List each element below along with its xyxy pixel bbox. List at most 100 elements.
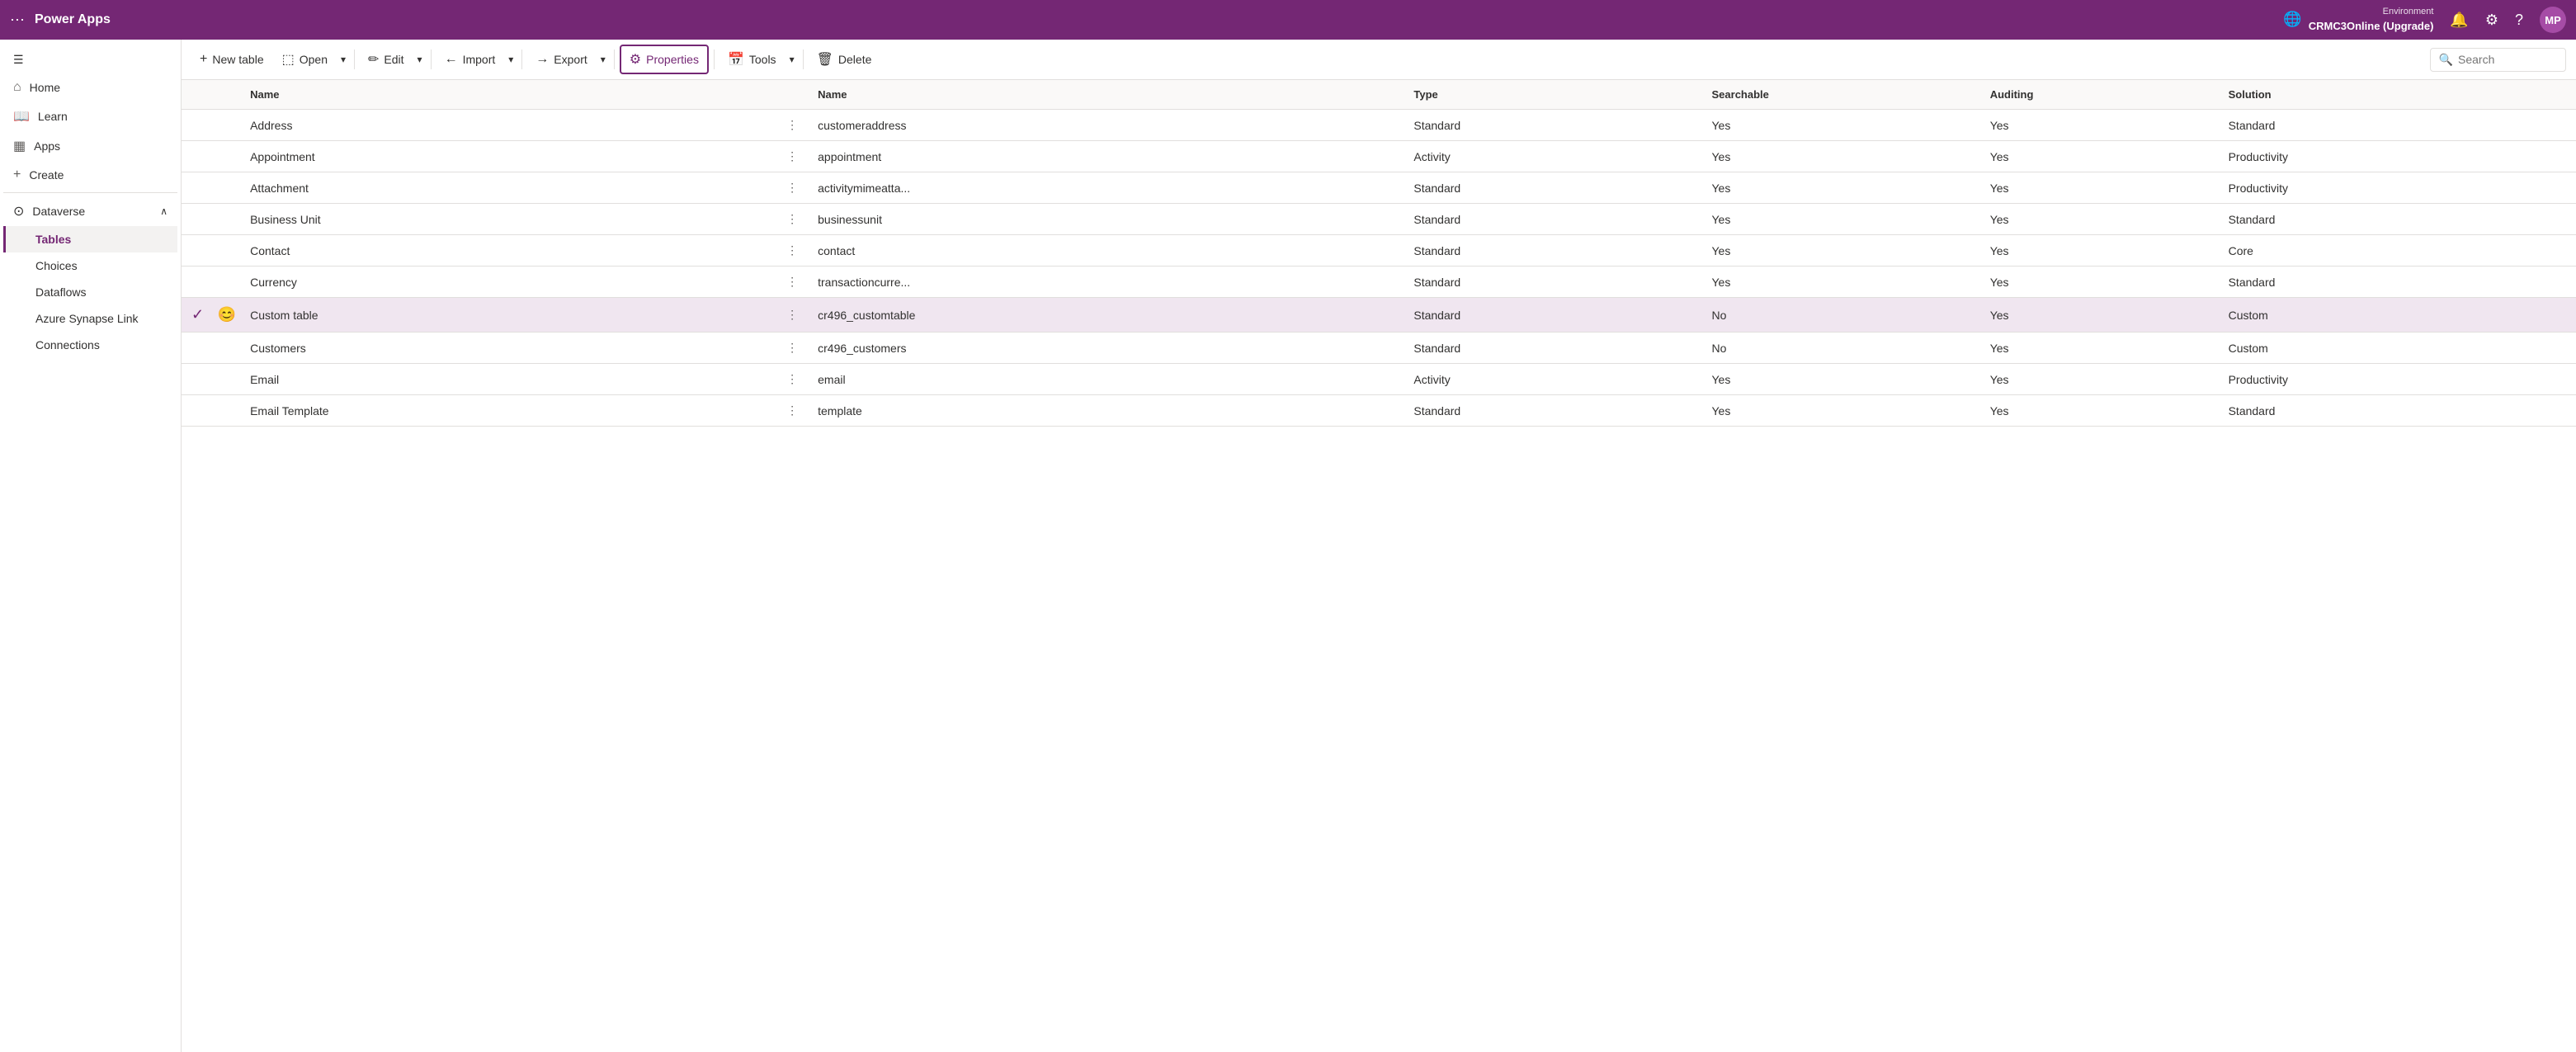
row-check-cell[interactable] <box>182 235 214 267</box>
row-check-cell[interactable] <box>182 395 214 427</box>
row-name-value: contact <box>808 235 1404 267</box>
row-searchable: Yes <box>1702 110 1980 141</box>
export-icon: → <box>535 52 549 67</box>
tools-button[interactable]: 📅 Tools <box>719 46 785 73</box>
row-dots[interactable]: ⋮ <box>776 110 808 141</box>
edit-label: Edit <box>384 53 403 66</box>
open-button[interactable]: ⬚ Open <box>274 46 336 73</box>
row-solution: Standard <box>2219 110 2576 141</box>
row-searchable: No <box>1702 298 1980 333</box>
sidebar-apps-label: Apps <box>34 139 60 153</box>
sidebar-item-choices[interactable]: Choices <box>3 252 177 279</box>
table-row[interactable]: Contact ⋮ contact Standard Yes Yes Core <box>182 235 2576 267</box>
row-auditing: Yes <box>1980 172 2219 204</box>
table-row[interactable]: Email Template ⋮ template Standard Yes Y… <box>182 395 2576 427</box>
sidebar-dataverse-header[interactable]: ⊙ Dataverse ∧ <box>3 196 177 226</box>
row-dots[interactable]: ⋮ <box>776 298 808 333</box>
separator-1 <box>354 50 355 69</box>
separator-6 <box>803 50 804 69</box>
row-check-cell[interactable] <box>182 267 214 298</box>
separator-4 <box>614 50 615 69</box>
sidebar-item-apps[interactable]: ▦ Apps <box>3 131 177 161</box>
row-name: Customers <box>240 333 776 364</box>
separator-3 <box>521 50 522 69</box>
table-area: Name Name Type Searchable Auditing Solut… <box>182 80 2576 1052</box>
import-button[interactable]: ← Import <box>436 47 504 72</box>
table-row[interactable]: Currency ⋮ transactioncurre... Standard … <box>182 267 2576 298</box>
col-header-namevalue[interactable]: Name <box>808 80 1404 110</box>
tools-chevron[interactable]: ▾ <box>786 49 798 70</box>
row-searchable: Yes <box>1702 267 1980 298</box>
chevron-up-icon: ∧ <box>160 205 167 217</box>
sidebar-hamburger[interactable]: ☰ <box>3 46 177 73</box>
sidebar-item-azure-synapse[interactable]: Azure Synapse Link <box>3 305 177 332</box>
properties-button[interactable]: ⚙ Properties <box>620 45 709 74</box>
row-type: Standard <box>1404 204 1701 235</box>
table-row[interactable]: Appointment ⋮ appointment Activity Yes Y… <box>182 141 2576 172</box>
delete-icon: 🗑 <box>817 51 833 68</box>
sidebar-item-create[interactable]: + Create <box>3 161 177 189</box>
row-dots[interactable]: ⋮ <box>776 204 808 235</box>
row-auditing: Yes <box>1980 267 2219 298</box>
sidebar-item-learn[interactable]: 📖 Learn <box>3 101 177 131</box>
col-header-name[interactable]: Name <box>240 80 776 110</box>
export-button[interactable]: → Export <box>527 47 595 72</box>
col-header-auditing[interactable]: Auditing <box>1980 80 2219 110</box>
sidebar-item-home[interactable]: ⌂ Home <box>3 73 177 101</box>
col-header-searchable[interactable]: Searchable <box>1702 80 1980 110</box>
row-dots[interactable]: ⋮ <box>776 364 808 395</box>
table-row[interactable]: Address ⋮ customeraddress Standard Yes Y… <box>182 110 2576 141</box>
row-dots[interactable]: ⋮ <box>776 141 808 172</box>
grid-icon[interactable]: ⋯ <box>10 12 25 29</box>
row-type: Standard <box>1404 298 1701 333</box>
edit-button[interactable]: ✏ Edit <box>360 46 413 73</box>
table-row[interactable]: Business Unit ⋮ businessunit Standard Ye… <box>182 204 2576 235</box>
edit-chevron[interactable]: ▾ <box>414 49 426 70</box>
row-check-cell[interactable] <box>182 204 214 235</box>
row-name: Custom table <box>240 298 776 333</box>
import-chevron[interactable]: ▾ <box>505 49 517 70</box>
row-type: Standard <box>1404 333 1701 364</box>
search-input[interactable] <box>2458 53 2557 66</box>
export-chevron[interactable]: ▾ <box>597 49 609 70</box>
sidebar-item-connections[interactable]: Connections <box>3 332 177 358</box>
gear-icon[interactable]: ⚙ <box>2485 12 2498 29</box>
table-row[interactable]: Attachment ⋮ activitymimeatta... Standar… <box>182 172 2576 204</box>
row-emoji-cell <box>214 364 240 395</box>
row-check-cell[interactable]: ✓ <box>182 298 214 333</box>
row-dots[interactable]: ⋮ <box>776 333 808 364</box>
col-header-solution[interactable]: Solution <box>2219 80 2576 110</box>
search-box[interactable]: 🔍 <box>2430 48 2566 72</box>
row-check-cell[interactable] <box>182 333 214 364</box>
environment-block[interactable]: Environment CRMC3Online (Upgrade) <box>2309 6 2434 34</box>
row-auditing: Yes <box>1980 141 2219 172</box>
row-name: Email Template <box>240 395 776 427</box>
sidebar-item-tables[interactable]: Tables <box>3 226 177 252</box>
home-icon: ⌂ <box>13 80 21 95</box>
tables-table: Name Name Type Searchable Auditing Solut… <box>182 80 2576 427</box>
row-dots[interactable]: ⋮ <box>776 235 808 267</box>
table-row[interactable]: Email ⋮ email Activity Yes Yes Productiv… <box>182 364 2576 395</box>
row-name-value: customeraddress <box>808 110 1404 141</box>
row-solution: Standard <box>2219 395 2576 427</box>
help-icon[interactable]: ? <box>2515 12 2523 29</box>
sidebar-item-dataflows[interactable]: Dataflows <box>3 279 177 305</box>
row-check-cell[interactable] <box>182 110 214 141</box>
row-check-cell[interactable] <box>182 364 214 395</box>
row-dots[interactable]: ⋮ <box>776 172 808 204</box>
open-chevron[interactable]: ▾ <box>337 49 349 70</box>
row-dots[interactable]: ⋮ <box>776 395 808 427</box>
table-row[interactable]: Customers ⋮ cr496_customers Standard No … <box>182 333 2576 364</box>
row-searchable: Yes <box>1702 141 1980 172</box>
row-check-cell[interactable] <box>182 172 214 204</box>
row-solution: Productivity <box>2219 172 2576 204</box>
col-header-type[interactable]: Type <box>1404 80 1701 110</box>
table-row[interactable]: ✓ 😊 Custom table ⋮ cr496_customtable Sta… <box>182 298 2576 333</box>
delete-button[interactable]: 🗑 Delete <box>809 46 880 73</box>
row-dots[interactable]: ⋮ <box>776 267 808 298</box>
bell-icon[interactable]: 🔔 <box>2450 12 2468 29</box>
avatar[interactable]: MP <box>2540 7 2566 33</box>
row-check-cell[interactable] <box>182 141 214 172</box>
sidebar: ☰ ⌂ Home 📖 Learn ▦ Apps + Create ⊙ <box>0 40 182 1052</box>
new-table-button[interactable]: + New table <box>191 47 272 72</box>
